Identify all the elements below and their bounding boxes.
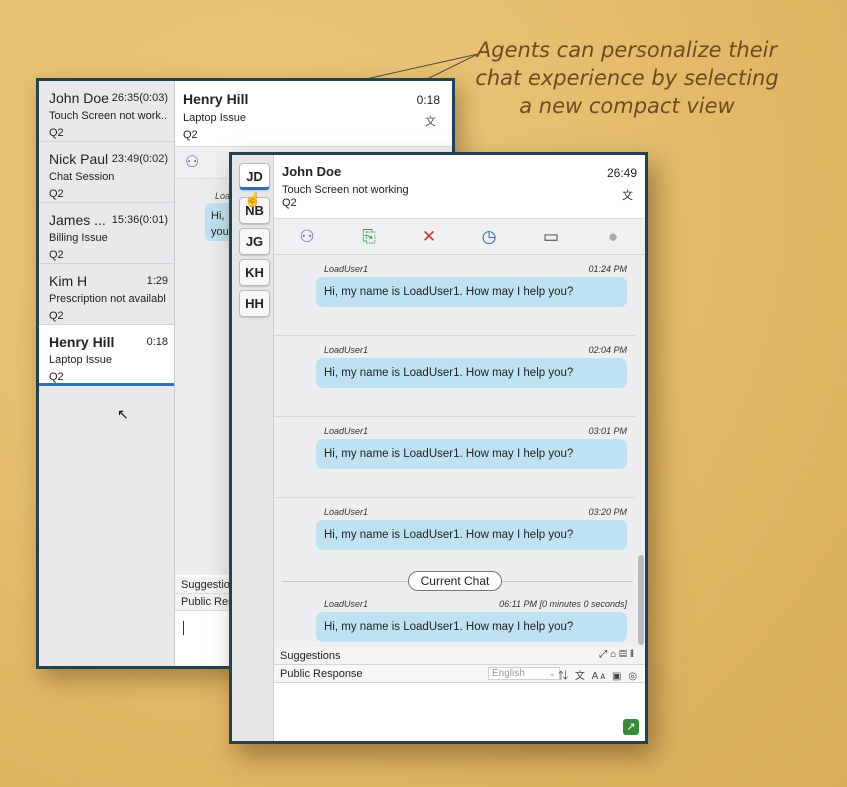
language-select[interactable]: English ⌄ — [488, 667, 560, 680]
chat-header: John Doe 26:49 Touch Screen not working … — [274, 155, 645, 219]
chat-issue: Laptop Issue — [183, 112, 246, 124]
message-time: 01:24 PM — [588, 264, 627, 274]
session-queue: Q2 — [49, 188, 64, 200]
session-list: John Doe 26:35(0:03) Touch Screen not wo… — [39, 81, 175, 666]
message-time: 03:01 PM — [588, 426, 627, 436]
chat-issue: Touch Screen not working — [282, 184, 409, 196]
session-time: 0:18 — [146, 336, 168, 348]
participants-icon[interactable]: ⚇ — [185, 154, 199, 171]
message-sender: LoadUser1 — [324, 345, 369, 355]
caption-line-2: chat experience by selecting — [475, 66, 779, 90]
chat-timer: 0:18 — [416, 93, 440, 107]
session-issue: Laptop Issue — [49, 354, 112, 366]
suggestions-controls-icon[interactable]: ⤢⌂▤‖ — [599, 649, 637, 660]
message-bubble: Hi, my name is LoadUser1. How may I help… — [316, 439, 627, 469]
public-response-label: Public Response — [280, 668, 363, 680]
message-input[interactable]: ↗ — [274, 683, 645, 741]
tab-kh[interactable]: KH — [239, 259, 270, 286]
session-queue: Q2 — [49, 249, 64, 261]
session-time: 1:29 — [146, 275, 168, 287]
message-bubble: Hi, my name is LoadUser1. How may I help… — [316, 277, 627, 307]
message-time: 03:20 PM — [588, 507, 627, 517]
suggestions-label: Suggestions — [280, 650, 341, 662]
chat-queue: Q2 — [183, 129, 198, 141]
chat-header: Henry Hill 0:18 Laptop Issue Q2 文 — [175, 81, 452, 147]
session-item[interactable]: Kim H 1:29 Prescription not available Q2 — [39, 264, 174, 325]
transcript-scrollbar[interactable] — [638, 555, 644, 645]
message-sender: LoadUser1 — [324, 264, 369, 274]
message-sender: Loa — [215, 191, 231, 201]
session-issue: Touch Screen not work... — [49, 110, 166, 122]
session-queue: Q2 — [49, 310, 64, 322]
hand-cursor-icon: ☝ — [244, 191, 262, 207]
translate-icon[interactable]: 文 — [622, 187, 633, 203]
compact-view-window: JD NB JG KH HH ☝ John Doe 26:49 Touch Sc… — [229, 152, 648, 744]
transcript: LoadUser1 01:24 PM Hi, my name is LoadUs… — [274, 255, 645, 647]
caption-line-1: Agents can personalize their — [476, 38, 778, 62]
send-icon[interactable]: ↗ — [623, 719, 639, 735]
session-time: 23:49(0:02) — [111, 153, 168, 165]
close-icon[interactable]: ✕ — [418, 226, 440, 248]
message: LoadUser1 06:11 PM [0 minutes 0 seconds]… — [274, 590, 635, 647]
session-issue: Prescription not available — [49, 293, 166, 305]
screen-share-icon[interactable]: ● — [602, 226, 624, 248]
current-chat-label: Current Chat — [408, 571, 502, 591]
mouse-pointer-icon: ↖ — [117, 406, 129, 422]
clock-icon[interactable]: ◷ — [478, 226, 500, 248]
session-issue: Chat Session — [49, 171, 115, 183]
caption-line-3: a new compact view — [519, 94, 735, 118]
message-time: 02:04 PM — [588, 345, 627, 355]
message-time: 06:11 PM [0 minutes 0 seconds] — [499, 599, 627, 609]
tab-hh[interactable]: HH — [239, 290, 270, 317]
message-sender: LoadUser1 — [324, 599, 369, 609]
message: LoadUser1 01:24 PM Hi, my name is LoadUs… — [274, 255, 635, 336]
message: LoadUser1 02:04 PM Hi, my name is LoadUs… — [274, 336, 635, 417]
chat-panel: John Doe 26:49 Touch Screen not working … — [274, 155, 645, 741]
session-queue: Q2 — [49, 371, 64, 383]
language-value: English — [492, 668, 525, 679]
message-sender: LoadUser1 — [324, 507, 369, 517]
transfer-icon[interactable]: ⎘ — [358, 226, 380, 248]
message-bubble: Hi, my name is LoadUser1. How may I help… — [316, 612, 627, 642]
chat-toolbar: ⚇ ⎘ ✕ ◷ ▭ ● — [274, 219, 645, 255]
message-bubble: Hi, my name is LoadUser1. How may I help… — [316, 358, 627, 388]
format-tools-icon[interactable]: ⇅ 文 Aᴀ ▣ ◎ — [558, 667, 639, 682]
session-queue: Q2 — [49, 127, 64, 139]
chat-queue: Q2 — [282, 197, 297, 209]
tab-jg[interactable]: JG — [239, 228, 270, 255]
customer-name: Henry Hill — [183, 91, 249, 107]
session-tab-strip: JD NB JG KH HH ☝ — [232, 155, 274, 741]
public-response-bar: Public Response English ⌄ ⇅ 文 Aᴀ ▣ ◎ — [274, 665, 645, 683]
suggestions-bar[interactable]: Suggestions ⤢⌂▤‖ — [274, 647, 645, 665]
session-time: 26:35(0:03) — [111, 92, 168, 104]
text-caret — [183, 621, 184, 635]
message: LoadUser1 03:20 PM Hi, my name is LoadUs… — [274, 498, 635, 579]
session-time: 15:36(0:01) — [111, 214, 168, 226]
participants-icon[interactable]: ⚇ — [296, 226, 318, 248]
customer-name: John Doe — [282, 164, 342, 179]
tab-jd[interactable]: JD — [239, 163, 270, 190]
message-bubble: Hi, my name is LoadUser1. How may I help… — [316, 520, 627, 550]
caption: Agents can personalize their chat experi… — [462, 36, 792, 120]
message-sender: LoadUser1 — [324, 426, 369, 436]
chevron-down-icon: ⌄ — [548, 668, 556, 678]
session-item-active[interactable]: Henry Hill 0:18 Laptop Issue Q2 — [39, 325, 174, 386]
session-item[interactable]: Nick Paul 23:49(0:02) Chat Session Q2 — [39, 142, 174, 203]
session-item[interactable]: John Doe 26:35(0:03) Touch Screen not wo… — [39, 81, 174, 142]
message: LoadUser1 03:01 PM Hi, my name is LoadUs… — [274, 417, 635, 498]
video-icon[interactable]: ▭ — [540, 226, 562, 248]
translate-icon[interactable]: 文 — [425, 113, 436, 129]
session-issue: Billing Issue — [49, 232, 108, 244]
session-item[interactable]: James ... 15:36(0:01) Billing Issue Q2 — [39, 203, 174, 264]
chat-timer: 26:49 — [606, 166, 637, 180]
